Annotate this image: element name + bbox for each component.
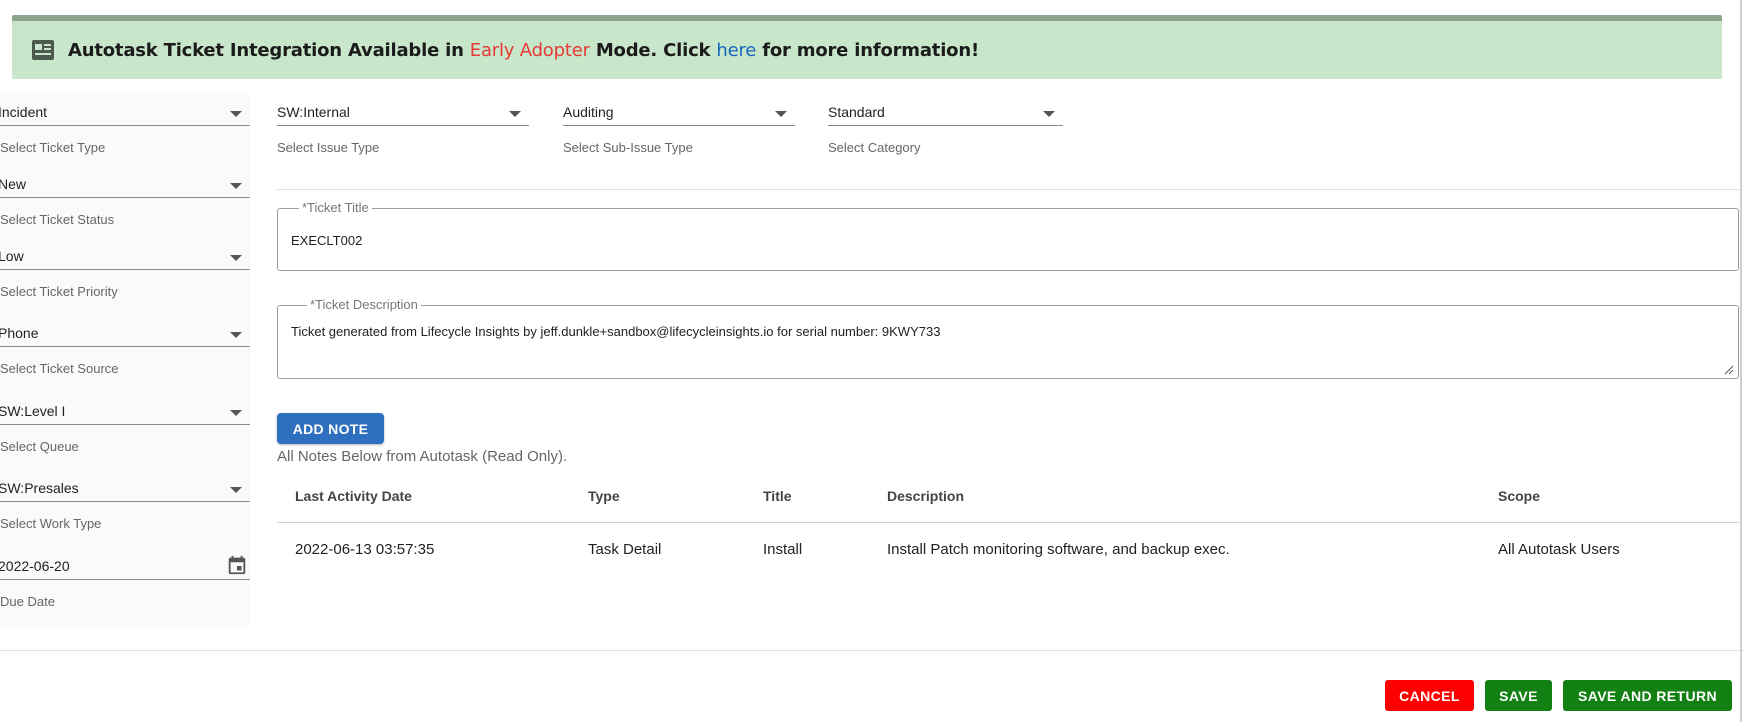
banner-message: Autotask Ticket Integration Available in…: [68, 40, 979, 61]
ticket-source-select[interactable]: Phone: [0, 313, 250, 347]
category-helper: Select Category: [828, 140, 921, 155]
chevron-down-icon: [230, 410, 242, 416]
issue-type-select[interactable]: SW:Internal: [277, 92, 529, 126]
chevron-down-icon: [509, 111, 521, 117]
ticket-priority-helper: Select Ticket Priority: [0, 284, 118, 299]
ticket-type-helper: Select Ticket Type: [0, 140, 106, 155]
banner-text-middle: Mode. Click: [589, 39, 717, 61]
work-type-value: SW:Presales: [0, 480, 79, 496]
more-info-link[interactable]: here: [716, 40, 756, 61]
ticket-title-value: EXECLT002: [291, 233, 363, 248]
due-date-value: 2022-06-20: [0, 558, 70, 574]
ticket-type-value: Incident: [0, 104, 48, 120]
queue-value: SW:Level I: [0, 403, 66, 419]
column-header-description[interactable]: Description: [887, 488, 964, 504]
save-and-return-button[interactable]: SAVE AND RETURN: [1563, 680, 1732, 711]
chevron-down-icon: [230, 332, 242, 338]
footer-divider: [0, 650, 1745, 651]
add-note-button[interactable]: ADD NOTE: [277, 413, 384, 444]
cancel-button[interactable]: CANCEL: [1385, 680, 1474, 711]
table-header-divider: [277, 522, 1739, 523]
issue-type-value: SW:Internal: [277, 104, 350, 120]
ticket-status-value: New: [0, 176, 27, 192]
sub-issue-type-helper: Select Sub-Issue Type: [563, 140, 693, 155]
early-adopter-label: Early Adopter: [469, 39, 590, 61]
column-header-scope[interactable]: Scope: [1498, 488, 1540, 504]
ticket-properties-panel: Incident Select Ticket Type New Select T…: [0, 92, 250, 628]
window-edge: [1740, 0, 1742, 722]
ticket-priority-value: Low: [0, 248, 24, 264]
cell-scope: All Autotask Users: [1498, 541, 1620, 558]
save-button[interactable]: SAVE: [1485, 680, 1552, 711]
info-banner: Autotask Ticket Integration Available in…: [12, 15, 1722, 79]
ticket-type-select[interactable]: Incident: [0, 92, 250, 126]
resize-handle-icon[interactable]: [1724, 365, 1734, 375]
due-date-helper: Due Date: [0, 594, 55, 609]
column-header-type[interactable]: Type: [588, 488, 620, 504]
column-header-title[interactable]: Title: [763, 488, 792, 504]
chevron-down-icon: [1043, 111, 1055, 117]
section-divider: [277, 189, 1739, 190]
ticket-description-label: *Ticket Description: [307, 297, 421, 312]
chevron-down-icon: [775, 111, 787, 117]
sub-issue-type-value: Auditing: [563, 104, 614, 120]
queue-select[interactable]: SW:Level I: [0, 391, 250, 425]
article-icon: [32, 40, 54, 60]
ticket-description-field[interactable]: *Ticket Description Ticket generated fro…: [277, 297, 1739, 379]
ticket-source-value: Phone: [0, 325, 39, 341]
sub-issue-type-select[interactable]: Auditing: [563, 92, 795, 126]
queue-helper: Select Queue: [0, 439, 79, 454]
category-value: Standard: [828, 104, 885, 120]
cell-description: Install Patch monitoring software, and b…: [887, 541, 1230, 558]
due-date-field[interactable]: 2022-06-20: [0, 546, 250, 580]
chevron-down-icon: [230, 487, 242, 493]
ticket-status-select[interactable]: New: [0, 164, 250, 198]
work-type-helper: Select Work Type: [0, 516, 102, 531]
chevron-down-icon: [230, 255, 242, 261]
column-header-last-activity-date[interactable]: Last Activity Date: [295, 488, 412, 504]
calendar-icon[interactable]: [226, 554, 248, 576]
ticket-source-helper: Select Ticket Source: [0, 361, 119, 376]
ticket-title-label: *Ticket Title: [299, 200, 372, 215]
cell-type: Task Detail: [588, 541, 662, 558]
issue-type-helper: Select Issue Type: [277, 140, 380, 155]
ticket-title-field[interactable]: *Ticket Title EXECLT002: [277, 200, 1739, 271]
chevron-down-icon: [230, 183, 242, 189]
ticket-description-value: Ticket generated from Lifecycle Insights…: [291, 324, 941, 339]
category-select[interactable]: Standard: [828, 92, 1063, 126]
work-type-select[interactable]: SW:Presales: [0, 468, 250, 502]
notes-caption: All Notes Below from Autotask (Read Only…: [277, 448, 568, 465]
banner-text-start: Autotask Ticket Integration Available in: [68, 39, 470, 61]
banner-text-end: for more information!: [756, 39, 979, 61]
ticket-priority-select[interactable]: Low: [0, 236, 250, 270]
chevron-down-icon: [230, 111, 242, 117]
cell-title: Install: [763, 541, 803, 558]
cell-last-activity-date: 2022-06-13 03:57:35: [295, 541, 435, 558]
ticket-status-helper: Select Ticket Status: [0, 212, 115, 227]
